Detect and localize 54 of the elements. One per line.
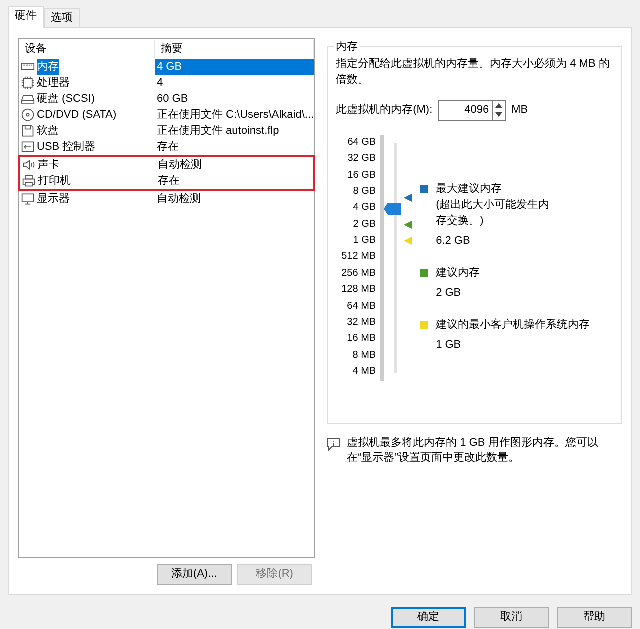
list-row[interactable]: 显示器 自动检测	[19, 191, 314, 207]
scale-label: 4 GB	[352, 201, 376, 216]
usb-icon	[21, 140, 35, 154]
info-text: 虚拟机最多将此内存的 1 GB 用作图形内存。您可以在“显示器”设置页面中更改此数量。	[347, 436, 600, 466]
scale-label: 256 MB	[340, 266, 376, 281]
list-row[interactable]: 打印机 存在	[20, 173, 314, 189]
scale-label: 16 MB	[346, 332, 376, 346]
list-row[interactable]: CD/DVD (SATA) 正在使用文件 C:\Users\Alkaid\...	[19, 107, 314, 123]
floppy-icon	[21, 124, 35, 138]
legend-value: 1 GB	[435, 338, 462, 353]
legend-title: 建议的最小客户机操作系统内存	[436, 318, 590, 333]
scale-label: 8 GB	[352, 184, 376, 199]
scale-label: 64 MB	[346, 300, 376, 314]
tab[interactable]: 选项	[44, 8, 80, 27]
scale-label: 2 GB	[352, 218, 376, 232]
legend-value: 6.2 GB	[435, 234, 472, 249]
add-button[interactable]: 添加(A)...	[156, 564, 232, 584]
column-header[interactable]: 摘要	[155, 40, 314, 58]
help-button[interactable]: 帮助	[557, 607, 632, 628]
legend-value: 2 GB	[435, 286, 462, 301]
scale-label: 64 GB	[346, 136, 376, 150]
tab[interactable]: 硬件	[8, 6, 44, 28]
list-row[interactable]: 处理器 4	[19, 75, 314, 91]
column-header[interactable]: 设备	[19, 40, 155, 58]
scale-label: 128 MB	[340, 283, 376, 298]
legend-title: 最大建议内存	[436, 182, 502, 197]
list-row[interactable]: 硬盘 (SCSI) 60 GB	[19, 91, 314, 107]
scale-label: 1 GB	[352, 234, 376, 248]
slider-thumb[interactable]	[384, 202, 402, 215]
down-arrow-icon[interactable]	[493, 110, 506, 120]
printer-icon	[22, 174, 36, 188]
list-row[interactable]: 软盘 正在使用文件 autoinst.flp	[19, 123, 314, 139]
unit-label: MB	[512, 103, 528, 118]
scale-label: 8 MB	[352, 348, 376, 363]
scale-label: 16 GB	[346, 168, 376, 183]
scale-label: 32 GB	[346, 152, 376, 166]
field-label: 此虚拟机的内存(M):	[336, 102, 433, 118]
display-icon	[21, 192, 35, 206]
cdrom-icon	[21, 108, 35, 122]
list-row[interactable]: 声卡 自动检测	[20, 157, 314, 173]
legend-title: 建议内存	[436, 266, 480, 281]
scale-label: 512 MB	[340, 250, 376, 264]
cpu-icon	[21, 76, 35, 90]
legend-note: (超出此大小可能发生内存交换。)	[435, 198, 550, 229]
list-row[interactable]: USB 控制器 存在	[19, 139, 314, 155]
up-arrow-icon[interactable]	[493, 100, 506, 110]
memory-field[interactable]: 4096	[438, 100, 492, 121]
description-text: 指定分配给此虚拟机的内存量。内存大小必须为 4 MB 的倍数。	[336, 56, 611, 88]
ok-button[interactable]: 确定	[391, 607, 466, 628]
cancel-button[interactable]: 取消	[474, 607, 549, 628]
scale-label: 4 MB	[352, 365, 376, 380]
scale-label: 32 MB	[346, 316, 376, 330]
sound-icon	[22, 158, 36, 172]
info-icon	[327, 438, 342, 451]
